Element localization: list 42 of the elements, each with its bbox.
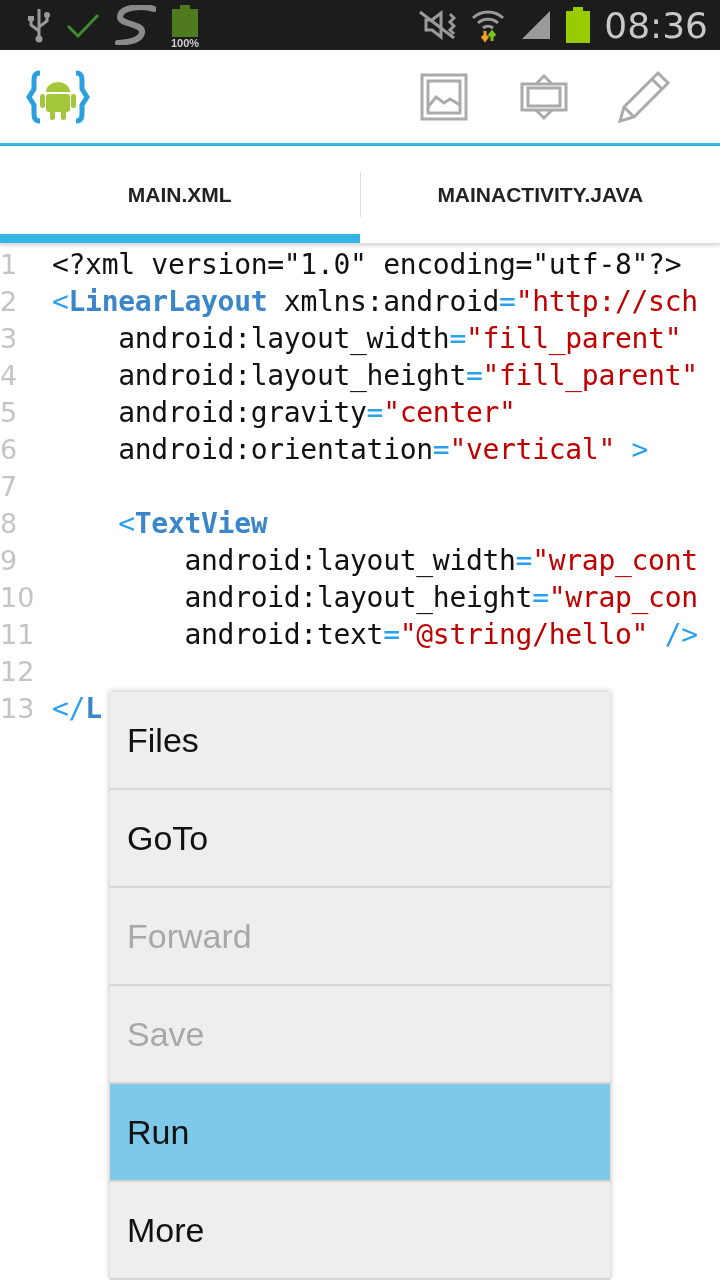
code-line: <TextView — [117, 507, 268, 540]
menu-item[interactable]: GoTo — [110, 790, 610, 888]
swap-icon — [520, 73, 568, 120]
line-number: 7 — [0, 471, 19, 502]
code-line: android:layout_width="fill_parent" — [117, 322, 682, 355]
menu-item[interactable]: Files — [110, 692, 610, 790]
line-number: 10 — [0, 582, 36, 613]
tab[interactable]: MAIN.XML — [0, 146, 360, 243]
code-line: android:orientation="vertical" > — [117, 433, 649, 466]
check-icon — [66, 12, 100, 38]
pencil-icon — [616, 68, 672, 125]
usb-icon — [26, 7, 52, 43]
menu-item[interactable]: Run — [110, 1084, 610, 1182]
code-line: android:layout_height="wrap_con — [183, 581, 698, 614]
tab[interactable]: MAINACTIVITY.JAVA — [360, 146, 720, 243]
line-number: 9 — [0, 545, 19, 576]
line-number: 3 — [0, 323, 19, 354]
line-number: 4 — [0, 360, 19, 391]
line-number: 6 — [0, 434, 19, 465]
code-line: android:text="@string/hello" /> — [183, 618, 698, 651]
code-line: </L — [52, 692, 102, 725]
line-number: 5 — [0, 397, 19, 428]
line-number: 13 — [0, 693, 36, 724]
mute-icon — [418, 10, 457, 40]
signal-icon — [520, 9, 553, 41]
line-number: 11 — [0, 619, 36, 650]
app-logo-icon[interactable] — [26, 69, 90, 124]
line-number: 2 — [0, 286, 19, 317]
clock: 08:36 — [604, 4, 708, 46]
code-line: <?xml version="1.0" encoding="utf-8"?> — [52, 248, 682, 281]
code-line: <LinearLayout xmlns:android="http://sch — [52, 285, 698, 318]
s-logo-icon — [114, 5, 156, 45]
code-line: android:layout_height="fill_parent" — [117, 359, 698, 392]
code-line: android:gravity="center" — [117, 396, 516, 429]
line-number: 8 — [0, 508, 19, 539]
line-number: 1 — [0, 249, 19, 280]
image-icon — [420, 72, 468, 121]
battery-icon — [566, 7, 591, 43]
battery-percent: 100% — [170, 37, 201, 49]
code-line: android:layout_width="wrap_cont — [183, 544, 698, 577]
line-number: 12 — [0, 656, 36, 687]
menu-item[interactable]: More — [110, 1182, 610, 1280]
